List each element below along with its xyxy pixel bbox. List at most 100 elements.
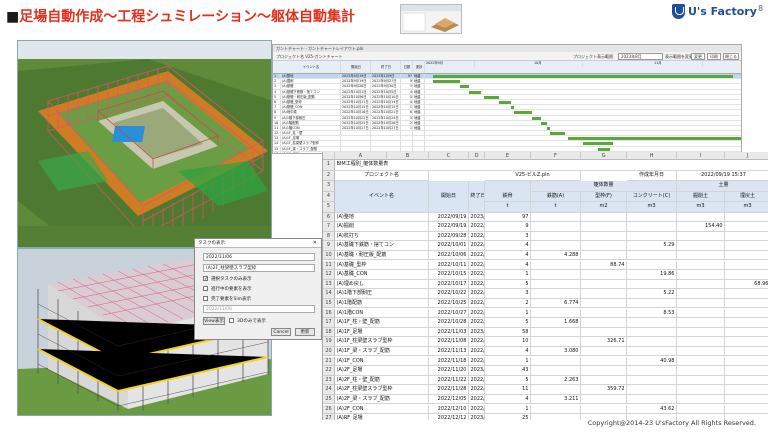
qty-cell[interactable]: [581, 366, 627, 376]
qty-cell[interactable]: [581, 404, 627, 415]
row-number[interactable]: 25: [323, 394, 335, 405]
qty-cell[interactable]: 3.211: [531, 394, 581, 405]
close-icon[interactable]: ✕: [313, 240, 317, 246]
end-date-cell[interactable]: 2022/09/30: [469, 231, 485, 242]
event-name-cell[interactable]: (A)基礎下鉄筋・捨てコン: [335, 241, 429, 251]
checkbox-icon[interactable]: [229, 318, 234, 323]
qty-cell[interactable]: [677, 298, 725, 309]
column-header[interactable]: I: [677, 152, 725, 160]
row-number[interactable]: 19: [323, 337, 335, 347]
qty-cell[interactable]: 68.96: [725, 280, 768, 290]
qty-cell[interactable]: [531, 270, 581, 280]
qty-cell[interactable]: [725, 309, 768, 319]
gantt-range-select[interactable]: 2023年8月: [618, 53, 663, 60]
qty-cell[interactable]: 359.72: [581, 385, 627, 395]
row-number[interactable]: 3: [323, 181, 335, 192]
qty-cell[interactable]: [677, 366, 725, 376]
qty-cell[interactable]: 8.53: [627, 308, 677, 319]
gantt-bar[interactable]: [514, 111, 532, 115]
gantt-print-button[interactable]: 印刷: [707, 53, 721, 60]
event-name-cell[interactable]: (A)1階CON: [335, 308, 429, 319]
view-button[interactable]: View表示: [203, 317, 225, 325]
qty-cell[interactable]: [627, 212, 677, 223]
qty-cell[interactable]: [581, 231, 627, 242]
qty-cell[interactable]: [581, 375, 627, 386]
checkbox-icon[interactable]: [203, 296, 208, 301]
end-date-cell[interactable]: 2022/12/09: [469, 385, 485, 395]
qty-cell[interactable]: [485, 337, 531, 347]
qty-cell[interactable]: [531, 260, 581, 271]
end-date-cell[interactable]: 2022/10/21: [469, 279, 485, 290]
qty-cell[interactable]: [677, 318, 725, 328]
qty-cell[interactable]: 19.86: [627, 270, 677, 280]
qty-cell[interactable]: [485, 212, 531, 223]
update-button[interactable]: 更新: [295, 328, 315, 336]
event-name-cell[interactable]: (A)RF_足場: [335, 414, 429, 420]
event-name-cell[interactable]: (A)2F_足場: [335, 366, 429, 376]
end-date-cell[interactable]: 2022/10/27: [469, 308, 485, 319]
dialog-option-3[interactable]: 完了要素をSim表示: [203, 295, 251, 302]
gantt-bar[interactable]: [433, 75, 733, 78]
qty-cell[interactable]: [485, 366, 531, 376]
qty-cell[interactable]: [725, 357, 768, 367]
qty-cell[interactable]: [485, 385, 531, 395]
qty-cell[interactable]: 154.40: [677, 222, 725, 232]
event-name-cell[interactable]: (A)掘削: [335, 222, 429, 232]
column-header[interactable]: H: [627, 152, 677, 160]
qty-cell[interactable]: [627, 231, 677, 242]
qty-cell[interactable]: [677, 337, 725, 347]
row-number[interactable]: 5: [323, 202, 335, 213]
event-name-cell[interactable]: (A)2F_CON: [335, 404, 429, 415]
qty-cell[interactable]: [485, 308, 531, 319]
qty-cell[interactable]: [485, 298, 531, 309]
qty-cell[interactable]: [627, 337, 677, 347]
qty-cell[interactable]: [485, 260, 531, 271]
cancel-button[interactable]: Cancel: [271, 328, 291, 336]
dialog-date-field[interactable]: 2022/11/06: [203, 253, 315, 261]
qty-cell[interactable]: [725, 337, 768, 347]
checkbox-icon[interactable]: [203, 276, 208, 281]
qty-cell[interactable]: [485, 222, 531, 232]
row-number[interactable]: 7: [323, 222, 335, 232]
qty-cell[interactable]: [581, 327, 627, 338]
row-number[interactable]: 9: [323, 241, 335, 251]
qty-cell[interactable]: [581, 289, 627, 299]
qty-cell[interactable]: 88.74: [581, 260, 627, 271]
qty-cell[interactable]: 43.62: [627, 404, 677, 415]
qty-cell[interactable]: [485, 231, 531, 242]
qty-cell[interactable]: [627, 394, 677, 405]
qty-cell[interactable]: [531, 289, 581, 299]
start-date-cell[interactable]: 2022/10/11: [429, 260, 469, 271]
row-number[interactable]: 21: [323, 356, 335, 367]
qty-cell[interactable]: [485, 404, 531, 415]
gantt-edit-button[interactable]: 変更: [691, 53, 705, 60]
start-date-cell[interactable]: 2022/11/20: [429, 366, 469, 376]
start-date-cell[interactable]: 2022/10/28: [429, 318, 469, 328]
qty-cell[interactable]: [581, 298, 627, 309]
qty-cell[interactable]: [627, 318, 677, 328]
start-date-cell[interactable]: 2022/10/06: [429, 250, 469, 261]
start-date-cell[interactable]: 2022/12/12: [429, 414, 469, 420]
column-header[interactable]: B: [387, 152, 429, 160]
row-number[interactable]: 4: [323, 191, 335, 202]
qty-cell[interactable]: [485, 346, 531, 357]
event-name-cell[interactable]: (A)1階配筋: [335, 298, 429, 309]
qty-cell[interactable]: [725, 251, 768, 261]
end-date-cell[interactable]: 2022/11/27: [469, 375, 485, 386]
qty-cell[interactable]: [725, 299, 768, 309]
qty-cell[interactable]: [677, 279, 725, 290]
end-date-cell[interactable]: 2022/12/11: [469, 404, 485, 415]
qty-cell[interactable]: [725, 405, 768, 415]
qty-cell[interactable]: [627, 279, 677, 290]
qty-cell[interactable]: [485, 241, 531, 251]
qty-cell[interactable]: [725, 213, 768, 223]
event-name-cell[interactable]: (A)基礎・耐圧版_配筋: [335, 250, 429, 261]
end-date-cell[interactable]: 2022/10/26: [469, 298, 485, 309]
qty-cell[interactable]: [581, 222, 627, 232]
qty-cell[interactable]: [531, 241, 581, 251]
qty-cell[interactable]: [485, 289, 531, 299]
qty-cell[interactable]: [627, 298, 677, 309]
qty-cell[interactable]: [485, 356, 531, 367]
start-date-cell[interactable]: 2022/11/22: [429, 375, 469, 386]
end-date-cell[interactable]: 2022/11/18: [469, 356, 485, 367]
